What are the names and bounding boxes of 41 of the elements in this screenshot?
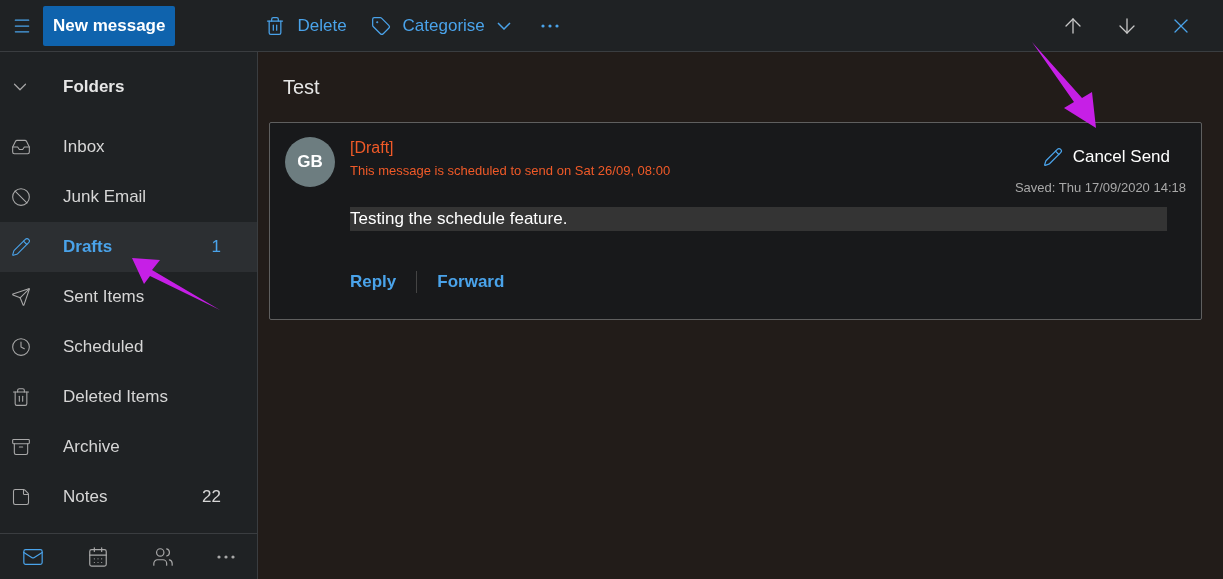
message-action-link[interactable]: Reply bbox=[350, 269, 397, 295]
trash-icon bbox=[11, 387, 31, 407]
people-button[interactable] bbox=[152, 545, 175, 568]
folder-item[interactable]: Drafts 1 bbox=[0, 222, 257, 272]
more-icon bbox=[540, 23, 559, 28]
new-message-button[interactable]: New message bbox=[43, 5, 176, 46]
saved-time: Saved: Thu 17/09/2020 14:18 bbox=[1014, 178, 1186, 197]
archive-box-icon bbox=[11, 437, 31, 457]
more-button[interactable] bbox=[540, 23, 559, 28]
prohibited-icon bbox=[11, 187, 31, 207]
folder-item[interactable]: Deleted Items bbox=[0, 372, 257, 422]
folder-item[interactable]: Sent Items bbox=[0, 272, 257, 322]
note-icon bbox=[11, 487, 31, 507]
folder-item[interactable]: Archive bbox=[0, 422, 257, 472]
clock-icon bbox=[11, 337, 31, 357]
pencil-icon bbox=[1042, 146, 1063, 167]
folder-item[interactable]: Notes 22 bbox=[0, 472, 257, 522]
calendar-icon bbox=[86, 545, 109, 568]
more-button[interactable] bbox=[217, 554, 236, 559]
people-icon bbox=[152, 545, 175, 568]
draft-label: [Draft] bbox=[350, 138, 395, 158]
cancel-send-button[interactable]: Cancel Send bbox=[1042, 144, 1170, 170]
message-action-link[interactable]: Forward bbox=[437, 269, 505, 295]
tag-icon bbox=[370, 15, 391, 36]
avatar: GB bbox=[285, 137, 335, 187]
message-body: Testing the schedule feature. bbox=[350, 207, 1167, 231]
schedule-note: This message is scheduled to send on Sat 26/09, 08:00 bbox=[350, 162, 671, 180]
send-icon bbox=[11, 287, 31, 307]
toolbar-button[interactable]: Delete bbox=[265, 12, 347, 39]
inbox-tray-icon bbox=[11, 137, 31, 157]
folder-item[interactable]: Scheduled bbox=[0, 322, 257, 372]
folder-item[interactable]: Inbox bbox=[0, 122, 257, 172]
trash-icon bbox=[265, 15, 286, 36]
chevron-down-icon bbox=[496, 21, 511, 30]
folder-item[interactable]: Junk Email bbox=[0, 172, 257, 222]
folders-header[interactable]: Folders bbox=[0, 52, 257, 122]
toolbar-button[interactable]: Categorise bbox=[370, 12, 511, 39]
pencil-icon bbox=[11, 237, 31, 257]
more-icon bbox=[217, 554, 236, 559]
message-subject: Test bbox=[282, 75, 320, 100]
calendar-button[interactable] bbox=[86, 545, 109, 568]
